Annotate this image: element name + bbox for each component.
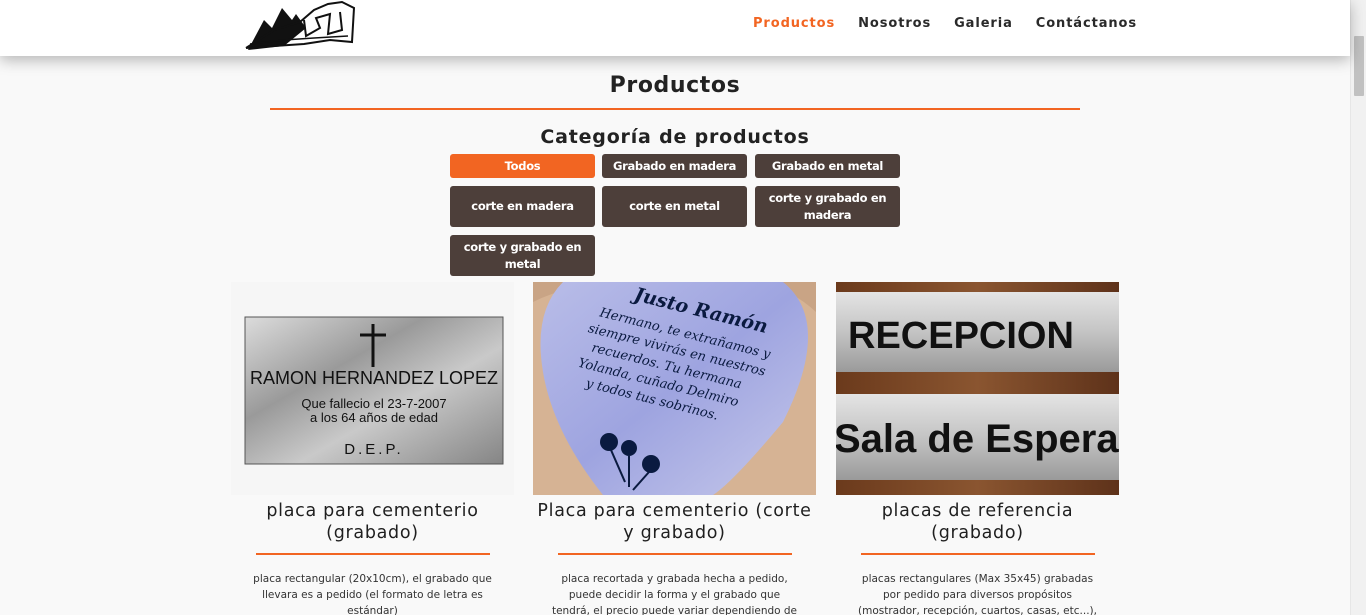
mountain-logo-icon (245, 0, 356, 50)
site-header: Productos Nosotros Galeria Contáctanos (0, 0, 1350, 56)
product-image[interactable]: RECEPCION Sala de Espera (836, 282, 1119, 495)
product-card[interactable]: RECEPCION Sala de Espera placas de refer… (836, 282, 1119, 615)
sign-recepcion-text: RECEPCION (848, 315, 1074, 357)
product-description: placas rectangulares (Max 35x45) grabada… (858, 573, 1097, 615)
category-button-corte-metal[interactable]: corte en metal (602, 186, 747, 227)
category-button-corte-grabado-madera[interactable]: corte y grabado en madera (755, 186, 900, 227)
product-divider (860, 553, 1095, 555)
plate-name-text: RAMON HERNANDEZ LOPEZ (250, 368, 498, 388)
main-nav: Productos Nosotros Galeria Contáctanos (753, 16, 1137, 31)
site-logo[interactable] (244, 0, 356, 52)
product-title[interactable]: placa para cementerio (grabado) (231, 500, 514, 544)
title-divider (270, 108, 1080, 110)
product-description: placa recortada y grabada hecha a pedido… (551, 573, 798, 615)
nav-productos[interactable]: Productos (753, 16, 835, 31)
sign-sala-text: Sala de Espera (836, 417, 1119, 461)
page-title: Productos (609, 73, 741, 98)
product-divider (255, 553, 490, 555)
category-button-corte-madera[interactable]: corte en madera (450, 186, 595, 227)
plate-line2-text: a los 64 años de edad (310, 410, 438, 425)
nav-galeria[interactable]: Galeria (954, 16, 1013, 31)
product-card[interactable]: RAMON HERNANDEZ LOPEZ Que fallecio el 23… (231, 282, 514, 615)
category-heading: Categoría de productos (540, 126, 810, 148)
nav-nosotros[interactable]: Nosotros (858, 16, 931, 31)
page-scrollbar[interactable] (1350, 0, 1366, 615)
scrollbar-thumb[interactable] (1354, 36, 1364, 96)
product-image[interactable]: RAMON HERNANDEZ LOPEZ Que fallecio el 23… (231, 282, 514, 495)
product-title[interactable]: placas de referencia (grabado) (836, 500, 1119, 544)
product-card[interactable]: Justo Ramón Hermano, te extrañamos y sie… (533, 282, 816, 615)
category-button-grabado-metal[interactable]: Grabado en metal (755, 154, 900, 178)
product-divider (557, 553, 792, 555)
product-description: placa rectangular (20x10cm), el grabado … (253, 573, 492, 615)
category-button-grabado-madera[interactable]: Grabado en madera (602, 154, 747, 178)
product-title[interactable]: Placa para cementerio (corte y grabado) (533, 500, 816, 544)
product-image[interactable]: Justo Ramón Hermano, te extrañamos y sie… (533, 282, 816, 495)
category-button-todos[interactable]: Todos (450, 154, 595, 178)
category-button-corte-grabado-metal[interactable]: corte y grabado en metal (450, 235, 595, 276)
plate-line3-text: D.E.P. (344, 441, 403, 458)
nav-contactanos[interactable]: Contáctanos (1036, 16, 1137, 31)
plate-line1-text: Que fallecio el 23-7-2007 (301, 396, 446, 411)
